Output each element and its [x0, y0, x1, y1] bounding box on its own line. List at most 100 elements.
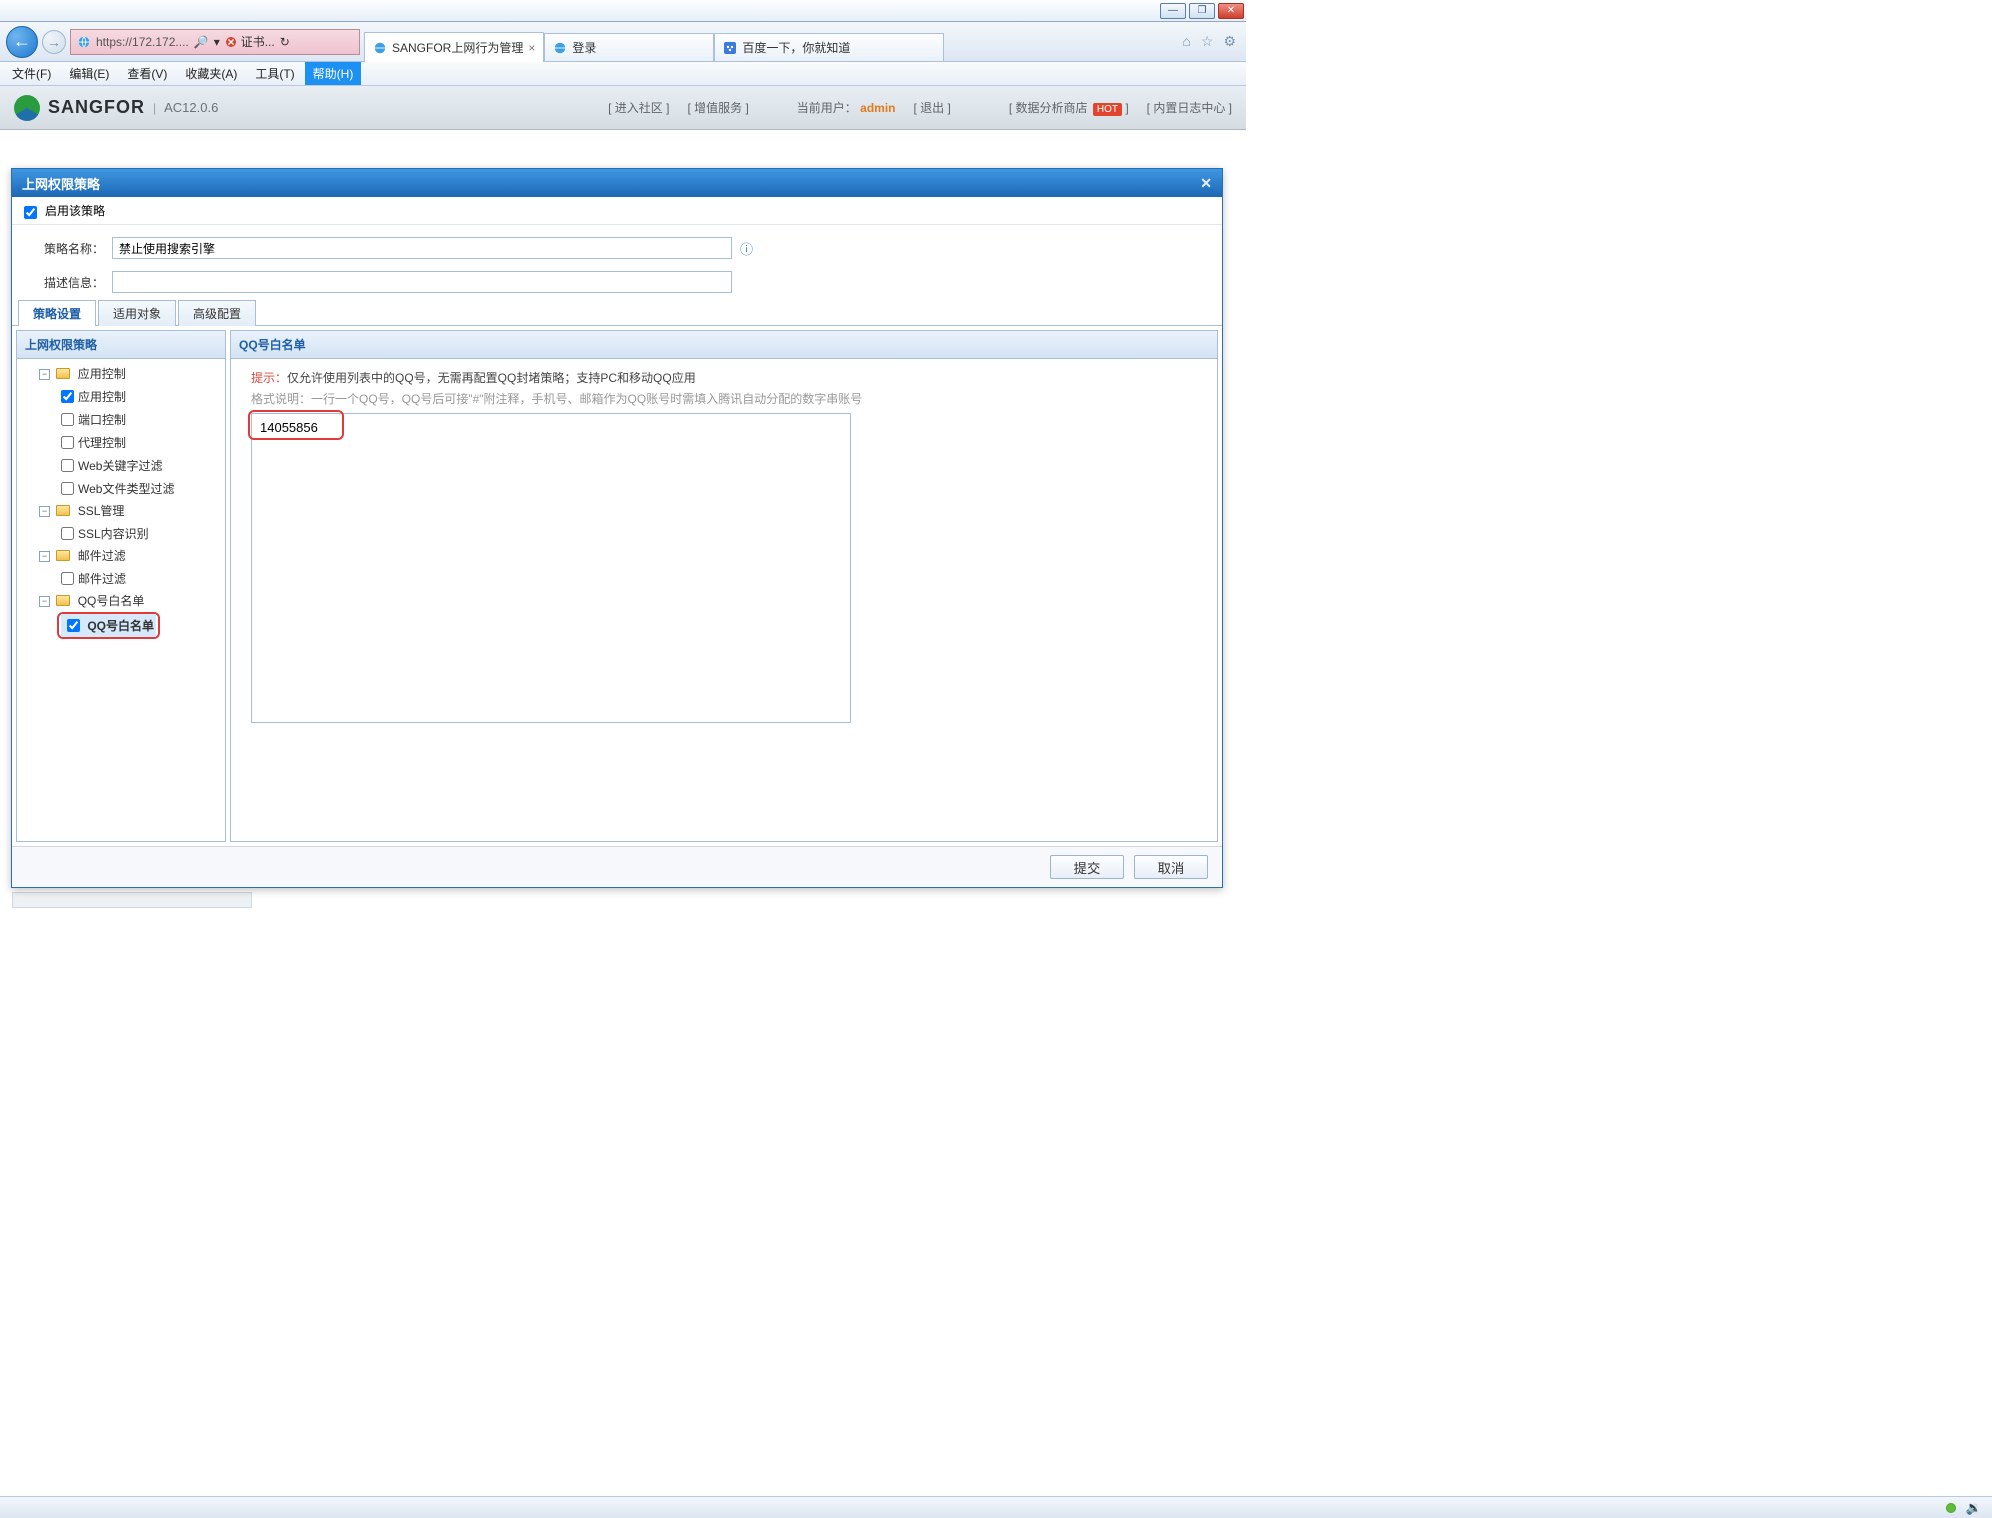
link-community[interactable]: [ 进入社区 ] — [608, 99, 669, 116]
browser-tab[interactable]: 登录 — [544, 33, 714, 61]
policy-desc-input[interactable] — [112, 271, 732, 293]
tree-node-ssl[interactable]: − SSL管理 SSL内容识别 — [39, 500, 221, 545]
tree-heading: 上网权限策略 — [17, 331, 225, 359]
cert-error-icon — [225, 36, 237, 48]
highlight-annotation: QQ号白名单 — [57, 612, 160, 639]
status-bar: 🔉 — [0, 1496, 1992, 1518]
search-icon[interactable]: 🔎 — [194, 35, 209, 49]
browser-tab[interactable]: SANGFOR上网行为管理 × — [364, 32, 544, 62]
sound-icon[interactable]: 🔉 — [1966, 1500, 1982, 1516]
browser-navrow: ← → https://172.172.... 🔎 ▾ 证书... ↻ SANG… — [0, 22, 1246, 62]
address-bar[interactable]: https://172.172.... 🔎 ▾ 证书... ↻ — [70, 29, 360, 55]
link-logout[interactable]: [ 退出 ] — [914, 99, 951, 116]
policy-name-input[interactable] — [112, 237, 732, 259]
info-icon[interactable]: ⓘ — [740, 239, 753, 258]
tab-policy-settings[interactable]: 策略设置 — [18, 300, 96, 326]
folder-icon — [56, 368, 70, 379]
tree-node-app-control[interactable]: − 应用控制 应用控制 端口控制 代理控制 Web关键字过滤 Web文件类型过滤 — [39, 363, 221, 500]
favorites-icon[interactable]: ☆ — [1201, 33, 1214, 50]
tree-checkbox[interactable] — [61, 390, 74, 403]
gear-icon[interactable]: ⚙ — [1223, 33, 1236, 50]
cert-error-text: 证书... — [241, 33, 275, 50]
policy-tree-panel: 上网权限策略 − 应用控制 应用控制 端口控制 代理控制 Web关键字过滤 — [16, 330, 226, 842]
background-scrollbar[interactable] — [12, 892, 252, 908]
menu-tools[interactable]: 工具(T) — [247, 62, 302, 85]
folder-icon — [56, 595, 70, 606]
browser-tab-title: 百度一下，你就知道 — [742, 39, 850, 56]
tree-leaf[interactable]: 邮件过滤 — [57, 567, 221, 590]
menu-favorites[interactable]: 收藏夹(A) — [177, 62, 245, 85]
enable-policy-checkbox[interactable] — [24, 206, 37, 219]
modal-titlebar: 上网权限策略 ✕ — [12, 169, 1222, 197]
header-links: [ 进入社区 ] [ 增值服务 ] 当前用户： admin [ 退出 ] [ 数… — [608, 99, 1232, 116]
tree-checkbox[interactable] — [61, 527, 74, 540]
logo-icon — [14, 95, 40, 121]
menu-file[interactable]: 文件(F) — [4, 62, 59, 85]
close-icon[interactable]: × — [528, 41, 535, 55]
tree-leaf-qq-whitelist[interactable]: QQ号白名单 — [57, 612, 221, 639]
status-indicator-icon — [1946, 1503, 1956, 1513]
tree-leaf[interactable]: Web文件类型过滤 — [57, 477, 221, 500]
window-titlebar: — ❐ ✕ — [0, 0, 1246, 22]
menu-edit[interactable]: 编辑(E) — [61, 62, 117, 85]
browser-tab-title: SANGFOR上网行为管理 — [392, 39, 523, 56]
menu-help[interactable]: 帮助(H) — [305, 62, 362, 85]
modal-title-text: 上网权限策略 — [22, 174, 100, 193]
tree-checkbox[interactable] — [61, 482, 74, 495]
browser-tab[interactable]: 百度一下，你就知道 — [714, 33, 944, 61]
cancel-button[interactable]: 取消 — [1134, 855, 1208, 879]
ie-icon — [77, 35, 91, 49]
ie-icon — [553, 41, 567, 55]
link-log-center[interactable]: [ 内置日志中心 ] — [1147, 99, 1232, 116]
tree-checkbox[interactable] — [67, 619, 80, 632]
tree-leaf[interactable]: 代理控制 — [57, 431, 221, 454]
qq-whitelist-panel: QQ号白名单 提示：仅允许使用列表中的QQ号，无需再配置QQ封堵策略；支持PC和… — [230, 330, 1218, 842]
collapse-icon[interactable]: − — [39, 506, 50, 517]
browser-tabstrip: SANGFOR上网行为管理 × 登录 百度一下，你就知道 — [364, 22, 1178, 61]
forward-button[interactable]: → — [42, 30, 66, 54]
tab-apply-targets[interactable]: 适用对象 — [98, 300, 176, 326]
tree-leaf[interactable]: Web关键字过滤 — [57, 454, 221, 477]
version-text: AC12.0.6 — [164, 100, 218, 115]
tree-node-qq-whitelist[interactable]: − QQ号白名单 QQ号白名单 — [39, 590, 221, 639]
tree-leaf-label: Web关键字过滤 — [78, 459, 162, 473]
policy-tabs: 策略设置 适用对象 高级配置 — [12, 299, 1222, 326]
qq-whitelist-textarea[interactable]: 14055856 — [251, 413, 851, 723]
collapse-icon[interactable]: − — [39, 551, 50, 562]
tree-checkbox[interactable] — [61, 436, 74, 449]
current-user-label: 当前用户： — [797, 101, 857, 115]
tree-leaf-label: 邮件过滤 — [78, 572, 126, 586]
tree-leaf[interactable]: SSL内容识别 — [57, 522, 221, 545]
tree-node-label: 邮件过滤 — [78, 549, 126, 563]
tree-checkbox[interactable] — [61, 459, 74, 472]
home-icon[interactable]: ⌂ — [1182, 33, 1190, 50]
collapse-icon[interactable]: − — [39, 369, 50, 380]
tree-node-mail[interactable]: − 邮件过滤 邮件过滤 — [39, 545, 221, 590]
modal-close-button[interactable]: ✕ — [1200, 175, 1212, 192]
tree-checkbox[interactable] — [61, 413, 74, 426]
tab-advanced[interactable]: 高级配置 — [178, 300, 256, 326]
browser-menubar: 文件(F) 编辑(E) 查看(V) 收藏夹(A) 工具(T) 帮助(H) — [0, 62, 1246, 86]
tree-checkbox[interactable] — [61, 572, 74, 585]
window-close-button[interactable]: ✕ — [1218, 3, 1244, 19]
window-maximize-button[interactable]: ❐ — [1189, 3, 1215, 19]
address-dropdown-icon[interactable]: ▾ — [214, 35, 220, 49]
tree-node-label: 应用控制 — [78, 367, 126, 381]
tree-leaf[interactable]: 应用控制 — [57, 385, 221, 408]
collapse-icon[interactable]: − — [39, 596, 50, 607]
policy-tree: − 应用控制 应用控制 端口控制 代理控制 Web关键字过滤 Web文件类型过滤 — [17, 359, 225, 643]
link-vas[interactable]: [ 增值服务 ] — [687, 99, 748, 116]
baidu-icon — [723, 41, 737, 55]
submit-button[interactable]: 提交 — [1050, 855, 1124, 879]
refresh-icon[interactable]: ↻ — [280, 35, 290, 49]
link-analytics-store[interactable]: [ 数据分析商店 — [1009, 101, 1088, 115]
tree-leaf[interactable]: 端口控制 — [57, 408, 221, 431]
tree-leaf-label: QQ号白名单 — [87, 619, 154, 633]
folder-icon — [56, 505, 70, 516]
tip-label: 提示： — [251, 371, 287, 385]
brand-logo: SANGFOR | AC12.0.6 — [14, 95, 218, 121]
window-minimize-button[interactable]: — — [1160, 3, 1186, 19]
back-button[interactable]: ← — [6, 26, 38, 58]
cert-error-indicator[interactable]: 证书... — [225, 33, 275, 50]
menu-view[interactable]: 查看(V) — [119, 62, 175, 85]
